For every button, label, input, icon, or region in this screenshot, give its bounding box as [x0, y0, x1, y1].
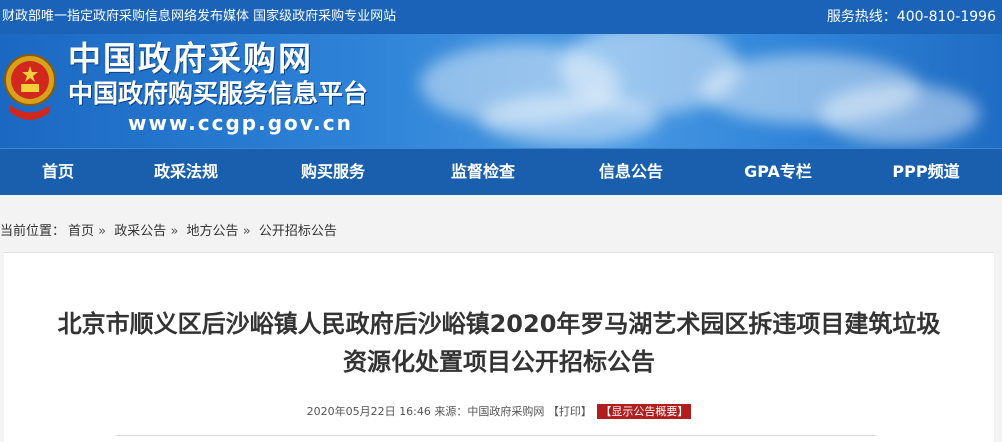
article-panel: 北京市顺义区后沙峪镇人民政府后沙峪镇2020年罗马湖艺术园区拆违项目建筑垃圾 资…	[4, 252, 994, 442]
article-meta: 2020年05月22日 16:46 来源：中国政府采购网 【打印】 【显示公告概…	[4, 403, 994, 419]
site-url: www.ccgp.gov.cn	[128, 111, 353, 135]
show-summary-button[interactable]: 【显示公告概要】	[597, 404, 692, 419]
source-name: 中国政府采购网	[467, 405, 545, 418]
breadcrumb-separator: »	[242, 224, 251, 239]
breadcrumb-separator: »	[170, 224, 179, 239]
nav-announcements[interactable]: 信息公告	[571, 149, 691, 196]
nav-purchase-services[interactable]: 购买服务	[273, 149, 393, 196]
national-emblem-icon	[4, 54, 56, 120]
article-title-line2: 资源化处置项目公开招标公告	[343, 348, 655, 376]
site-banner: 中国政府采购网 中国政府购买服务信息平台 www.ccgp.gov.cn	[0, 34, 1002, 148]
breadcrumb: 当前位置： 首页 » 政采公告 » 地方公告 » 公开招标公告	[0, 220, 337, 240]
nav-ppp[interactable]: PPP频道	[866, 149, 986, 196]
site-logo[interactable]: 中国政府采购网 中国政府购买服务信息平台 www.ccgp.gov.cn	[68, 40, 368, 136]
nav-regulations[interactable]: 政采法规	[126, 149, 246, 196]
breadcrumb-separator: »	[98, 224, 107, 239]
breadcrumb-procurement-notices[interactable]: 政采公告	[114, 224, 166, 239]
site-name: 中国政府采购网	[68, 39, 313, 78]
source-label: 来源：	[434, 405, 468, 418]
publish-date: 2020年05月22日 16:46	[306, 405, 431, 418]
breadcrumb-local-notices[interactable]: 地方公告	[187, 224, 239, 239]
top-bar: 财政部唯一指定政府采购信息网络发布媒体 国家级政府采购专业网站 服务热线：400…	[0, 0, 1002, 34]
print-link[interactable]: 【打印】	[548, 405, 592, 418]
nav-home[interactable]: 首页	[0, 149, 118, 196]
divider	[116, 435, 876, 436]
nav-gpa[interactable]: GPA专栏	[718, 149, 838, 196]
article-title-line1: 北京市顺义区后沙峪镇人民政府后沙峪镇2020年罗马湖艺术园区拆违项目建筑垃圾	[57, 310, 941, 338]
breadcrumb-home[interactable]: 首页	[68, 224, 94, 239]
breadcrumb-public-tender[interactable]: 公开招标公告	[259, 224, 337, 239]
platform-name: 中国政府购买服务信息平台	[68, 79, 369, 108]
breadcrumb-prefix: 当前位置：	[0, 224, 66, 239]
site-slogan: 财政部唯一指定政府采购信息网络发布媒体 国家级政府采购专业网站	[2, 9, 397, 24]
service-hotline: 服务热线：400-810-1996	[826, 9, 996, 25]
main-nav: 首页 政采法规 购买服务 监督检查 信息公告 GPA专栏 PPP频道	[0, 148, 1002, 195]
article-title: 北京市顺义区后沙峪镇人民政府后沙峪镇2020年罗马湖艺术园区拆违项目建筑垃圾 资…	[4, 305, 994, 381]
nav-supervision[interactable]: 监督检查	[423, 149, 543, 196]
